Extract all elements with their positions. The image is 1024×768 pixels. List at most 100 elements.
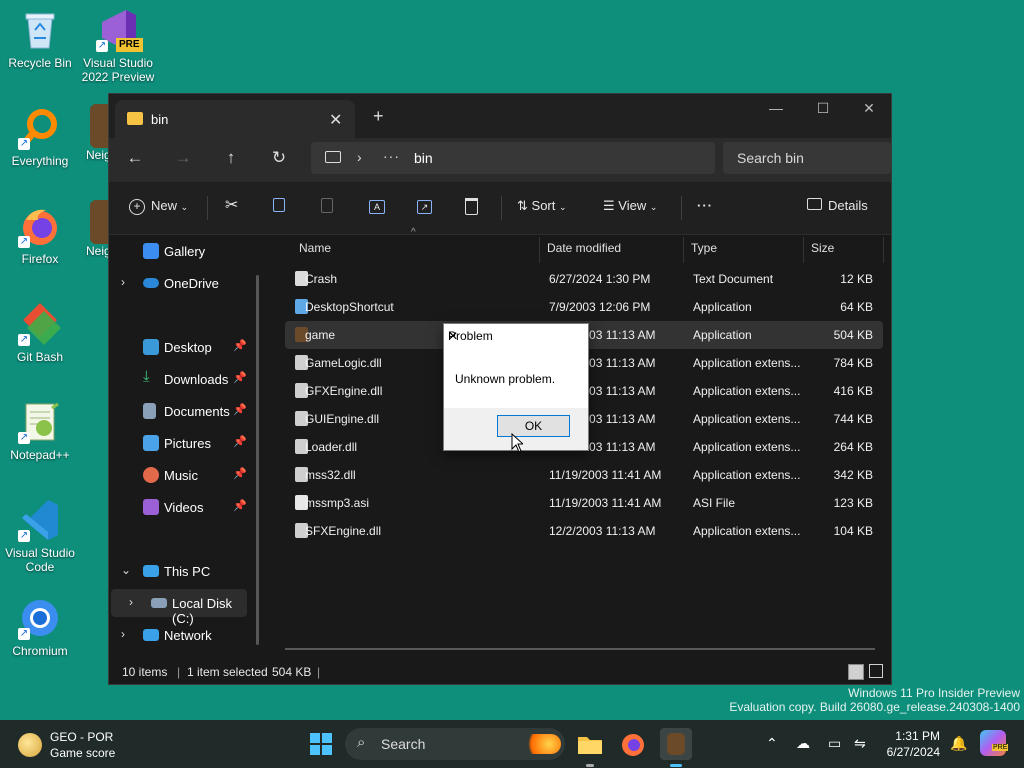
sort-icon: ⇅ bbox=[517, 198, 528, 213]
chevron-right-icon[interactable]: › bbox=[121, 627, 125, 641]
pin-icon[interactable]: 📌 bbox=[233, 339, 247, 352]
dialog-body: Unknown problem. bbox=[444, 348, 588, 408]
paste-button[interactable] bbox=[321, 198, 333, 216]
details-view-toggle[interactable] bbox=[848, 664, 864, 680]
file-row[interactable]: mssmp3.asi 11/19/2003 11:41 AM ASI File 123… bbox=[285, 489, 883, 517]
file-row[interactable]: SFXEngine.dll 12/2/2003 11:13 AM Applicati… bbox=[285, 517, 883, 545]
nav-item-onedrive[interactable]: › OneDrive bbox=[109, 269, 259, 297]
horizontal-scrollbar[interactable] bbox=[285, 648, 875, 650]
copy-button[interactable] bbox=[273, 198, 285, 215]
git-bash-icon: ↗ bbox=[18, 302, 62, 346]
desktop-icon-label: Neig bbox=[86, 244, 108, 258]
pin-icon[interactable]: 📌 bbox=[233, 403, 247, 416]
taskbar-firefox[interactable] bbox=[617, 728, 649, 760]
refresh-button[interactable]: ↻ bbox=[265, 148, 293, 168]
notification-bell-icon[interactable]: 🔔 bbox=[950, 735, 967, 752]
forward-button[interactable]: → bbox=[169, 148, 197, 168]
minimize-button[interactable]: — bbox=[761, 100, 791, 116]
chevron-right-icon[interactable]: › bbox=[357, 149, 362, 165]
chevron-right-icon[interactable]: › bbox=[121, 275, 125, 289]
file-row[interactable]: Crash 6/27/2024 1:30 PM Text Document 12 KB bbox=[285, 265, 883, 293]
ok-button[interactable]: OK bbox=[497, 415, 570, 437]
up-button[interactable]: ↑ bbox=[217, 148, 245, 168]
column-divider[interactable] bbox=[803, 237, 804, 263]
breadcrumb-overflow[interactable]: ··· bbox=[383, 148, 400, 164]
address-bar[interactable]: › ··· bin bbox=[311, 142, 715, 174]
sort-button[interactable]: ⇅ Sort ⌄ bbox=[517, 198, 567, 214]
download-arrow-icon: ⤓ bbox=[143, 368, 150, 385]
nav-item-documents[interactable]: Documents 📌 bbox=[109, 397, 259, 425]
chevron-down-icon[interactable]: ⌄ bbox=[121, 563, 131, 577]
pin-icon[interactable]: 📌 bbox=[233, 467, 247, 480]
new-tab-button[interactable]: + bbox=[373, 106, 384, 127]
close-tab-icon[interactable]: ✕ bbox=[329, 110, 342, 130]
details-pane-button[interactable]: Details bbox=[807, 198, 868, 213]
nav-item-videos[interactable]: Videos 📌 bbox=[109, 493, 259, 521]
file-type: Application extens... bbox=[693, 412, 801, 426]
view-button[interactable]: ☰ View ⌄ bbox=[603, 198, 657, 214]
windows-watermark: Windows 11 Pro Insider Preview Evaluatio… bbox=[729, 686, 1020, 714]
column-header-name[interactable]: Name bbox=[299, 241, 331, 255]
delete-button[interactable] bbox=[465, 198, 478, 218]
column-divider[interactable] bbox=[539, 237, 540, 263]
title-bar: bin ✕ + — ☐ ✕ bbox=[109, 94, 891, 138]
nav-item-gallery[interactable]: Gallery bbox=[109, 237, 259, 265]
desktop-icon-notepad-plus-plus[interactable]: ↗ Notepad++ bbox=[0, 400, 80, 462]
desktop-icon-recycle-bin[interactable]: Recycle Bin bbox=[0, 8, 80, 70]
maximize-button[interactable]: ☐ bbox=[808, 100, 838, 117]
nav-label: This PC bbox=[164, 564, 211, 579]
show-hidden-icons-chevron-up-icon[interactable]: ⌃ bbox=[766, 735, 778, 752]
tab-bin[interactable]: bin ✕ bbox=[115, 100, 355, 138]
taskbar-search[interactable]: ⌕ Search bbox=[345, 728, 565, 760]
taskbar-file-explorer[interactable] bbox=[574, 728, 606, 767]
desktop-icon-neig-1[interactable]: Neig bbox=[80, 104, 108, 162]
nav-item-desktop[interactable]: Desktop 📌 bbox=[109, 333, 259, 361]
desktop-icon-firefox[interactable]: ↗ Firefox bbox=[0, 204, 80, 266]
column-divider[interactable] bbox=[883, 237, 884, 263]
column-header-size[interactable]: Size bbox=[811, 241, 834, 255]
widgets-button[interactable]: GEO - POR Game score bbox=[18, 730, 178, 760]
nav-item-downloads[interactable]: ⤓ Downloads 📌 bbox=[109, 365, 259, 393]
column-header-date[interactable]: Date modified bbox=[547, 241, 621, 255]
back-button[interactable]: ← bbox=[121, 148, 149, 168]
new-button[interactable]: + New ⌄ bbox=[129, 198, 188, 215]
search-input[interactable]: Search bin bbox=[723, 142, 891, 174]
nav-item-pictures[interactable]: Pictures 📌 bbox=[109, 429, 259, 457]
column-divider[interactable] bbox=[683, 237, 684, 263]
breadcrumb-bin[interactable]: bin bbox=[414, 150, 433, 166]
network-status-icon[interactable]: ⇋ bbox=[854, 735, 866, 752]
copilot-button[interactable]: PRE bbox=[980, 730, 1009, 756]
nav-item-music[interactable]: Music 📌 bbox=[109, 461, 259, 489]
nav-item-local-disk[interactable]: › Local Disk (C:) bbox=[111, 589, 247, 626]
desktop-icon-neig-2[interactable]: Neig bbox=[80, 200, 108, 258]
tiles-view-toggle[interactable] bbox=[869, 664, 883, 678]
rename-button[interactable]: A bbox=[369, 198, 385, 214]
nav-item-network[interactable]: › Network bbox=[109, 621, 259, 649]
desktop-icon-chromium[interactable]: ↗ Chromium bbox=[0, 596, 80, 658]
more-options-button[interactable]: ··· bbox=[697, 198, 713, 213]
desktop-icon-visual-studio-code[interactable]: ↗ Visual Studio Code bbox=[0, 498, 80, 574]
notepad-plus-plus-icon: ↗ bbox=[18, 400, 62, 444]
desktop-icon-everything[interactable]: ↗ Everything bbox=[0, 106, 80, 168]
nav-item-this-pc[interactable]: ⌄ This PC bbox=[109, 557, 259, 585]
chevron-right-icon[interactable]: › bbox=[129, 595, 133, 609]
desktop-icon-visual-studio-2022-preview[interactable]: PRE ↗ Visual Studio 2022 Preview bbox=[78, 8, 158, 84]
taskbar-game[interactable] bbox=[660, 728, 692, 767]
cut-button[interactable]: ✂ bbox=[225, 195, 238, 215]
file-row[interactable]: mss32.dll 11/19/2003 11:41 AM Application … bbox=[285, 461, 883, 489]
pin-icon[interactable]: 📌 bbox=[233, 435, 247, 448]
file-size: 123 KB bbox=[833, 496, 873, 510]
desktop-icon-git-bash[interactable]: ↗ Git Bash bbox=[0, 302, 80, 364]
dialog-close-button[interactable]: ✕ bbox=[448, 329, 458, 343]
share-button[interactable]: ↗ bbox=[417, 198, 432, 214]
file-row[interactable]: DesktopShortcut 7/9/2003 12:06 PM Applicat… bbox=[285, 293, 883, 321]
onedrive-offline-icon[interactable]: ☁ bbox=[796, 735, 810, 752]
column-header-type[interactable]: Type bbox=[691, 241, 717, 255]
nav-scrollbar[interactable] bbox=[256, 275, 259, 645]
pin-icon[interactable]: 📌 bbox=[233, 371, 247, 384]
close-window-button[interactable]: ✕ bbox=[854, 100, 884, 117]
clock[interactable]: 1:31 PM 6/27/2024 bbox=[884, 728, 940, 760]
start-button[interactable] bbox=[305, 728, 337, 760]
pin-icon[interactable]: 📌 bbox=[233, 499, 247, 512]
display-icon[interactable]: ▭ bbox=[828, 735, 841, 752]
